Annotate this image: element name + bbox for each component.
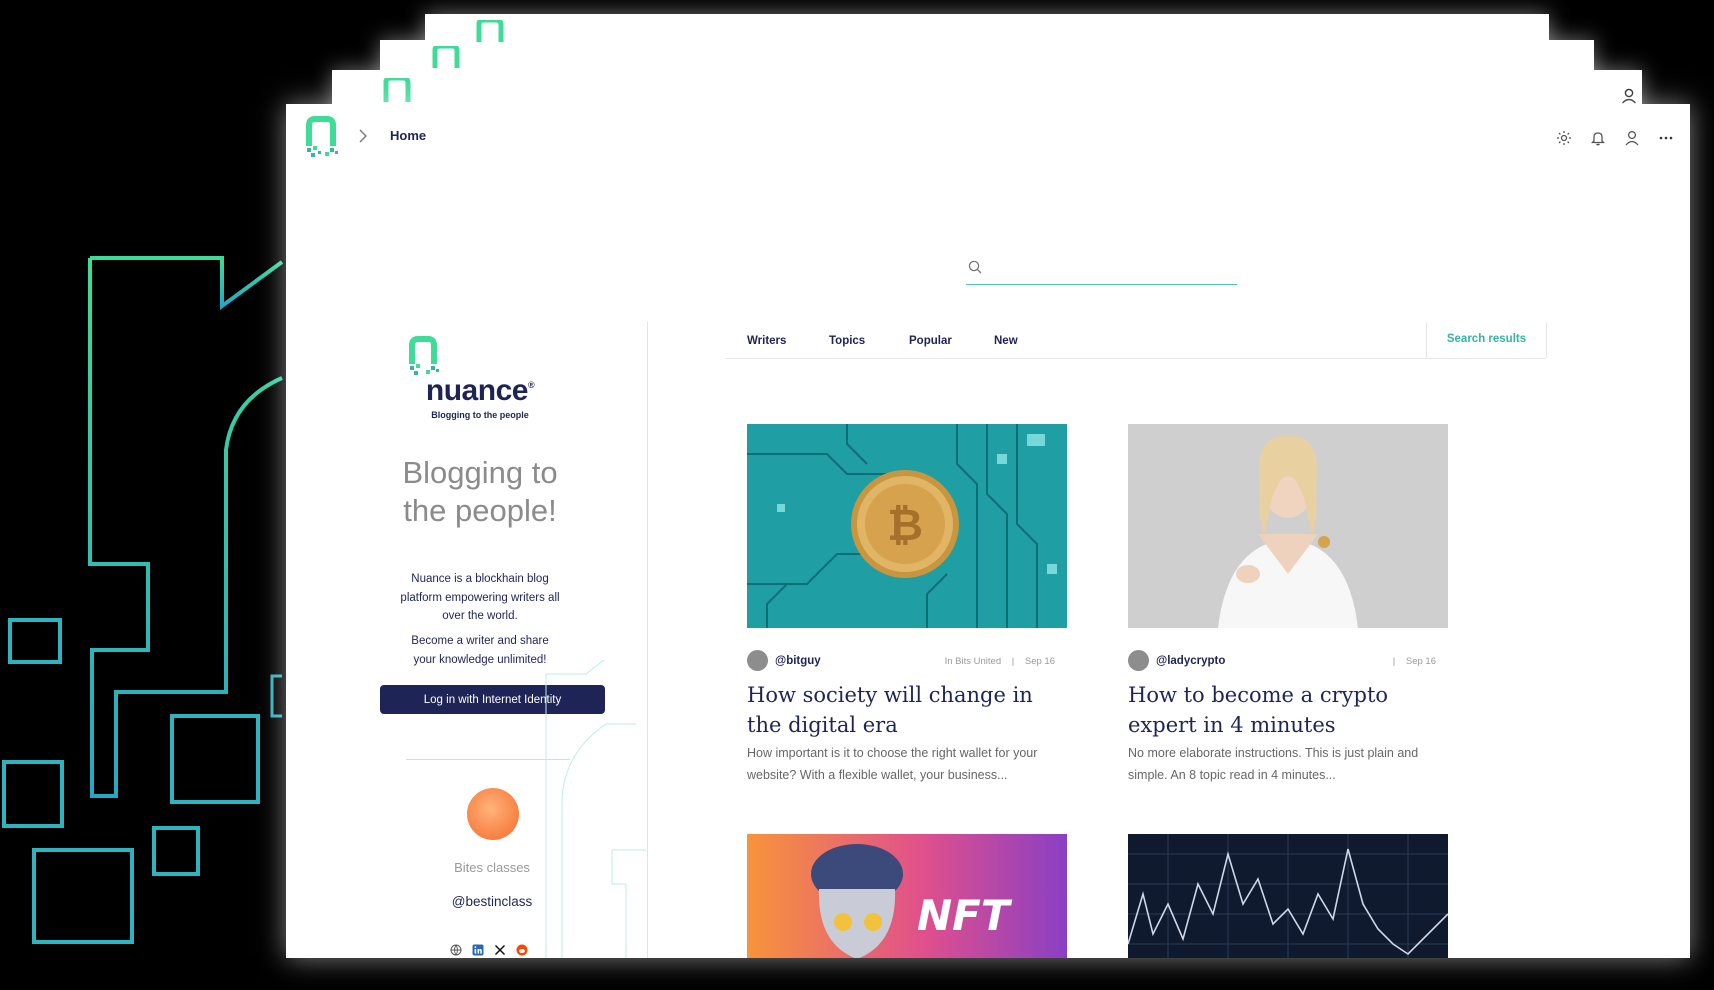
back-user-icon — [1621, 88, 1637, 104]
linkedin-icon[interactable] — [472, 943, 484, 956]
article-image[interactable]: NFT — [747, 834, 1067, 958]
main-window: Home nuance® Blogging to the people Blog… — [286, 104, 1690, 958]
top-bar: Home — [286, 104, 1690, 166]
search-bar — [966, 254, 1237, 285]
article-image[interactable]: ₿ — [747, 424, 1067, 628]
user-icon[interactable] — [1624, 130, 1640, 146]
breadcrumb-title: Home — [390, 128, 427, 143]
meta-separator: | — [1011, 656, 1015, 667]
meta-separator: | — [1392, 656, 1396, 667]
author-avatar[interactable] — [1128, 650, 1149, 671]
article-meta: @bitguy In Bits United | Sep 16 — [747, 650, 1067, 672]
author-avatar[interactable] — [747, 650, 768, 671]
sidebar-logo-wordmark: nuance® — [425, 374, 535, 407]
tab-search-results[interactable]: Search results — [1426, 322, 1547, 358]
author-handle[interactable]: @ladycrypto — [1156, 655, 1225, 667]
bell-icon[interactable] — [1590, 130, 1606, 146]
tab-topics[interactable]: Topics — [829, 335, 865, 347]
article-excerpt: No more elaborate instructions. This is … — [1128, 746, 1419, 782]
author-handle[interactable]: @bitguy — [775, 655, 821, 667]
search-input[interactable] — [992, 256, 1236, 282]
article-meta: @ladycrypto | Sep 16 — [1128, 650, 1448, 672]
sidebar-headline: Blogging to the people! — [402, 455, 558, 528]
sidebar-divider — [647, 322, 648, 958]
publication-avatar[interactable] — [467, 788, 519, 840]
sidebar-logo-tagline: Blogging to the people — [431, 410, 529, 420]
article-excerpt: How important is it to choose the right … — [747, 746, 1038, 782]
article-image[interactable] — [1128, 424, 1448, 628]
article-date: Sep 16 — [1024, 656, 1055, 667]
background-decoration — [2, 256, 284, 944]
sidebar-circuit-decoration — [545, 659, 646, 958]
article-title[interactable]: How society will change in the digital e… — [747, 680, 1067, 740]
gear-icon[interactable] — [1556, 130, 1572, 146]
x-icon[interactable] — [494, 943, 506, 956]
article-meta-right: | Sep 16 — [1385, 656, 1436, 667]
globe-icon[interactable] — [450, 943, 462, 956]
back-logo-icon — [432, 46, 460, 68]
nuance-logo-icon[interactable] — [303, 116, 343, 158]
back-logo-icon — [383, 78, 411, 102]
article-publication[interactable]: In Bits United — [945, 656, 1002, 667]
search-icon — [968, 260, 982, 274]
more-icon[interactable] — [1658, 130, 1674, 146]
article-image[interactable] — [1128, 834, 1448, 958]
back-logo-icon — [476, 20, 504, 42]
chevron-right-icon — [359, 129, 367, 143]
tab-new[interactable]: New — [994, 335, 1018, 347]
content-tabs: Writers Topics Popular New Search result… — [726, 322, 1547, 359]
nuance-logo-icon — [409, 336, 439, 375]
article-title[interactable]: How to become a crypto expert in 4 minut… — [1128, 680, 1448, 740]
tab-popular[interactable]: Popular — [909, 335, 952, 347]
svg-text:₿: ₿ — [887, 500, 923, 551]
sidebar-description: Nuance is a blockhain blog platform empo… — [400, 573, 560, 622]
article-date: Sep 16 — [1405, 656, 1436, 667]
tab-writers[interactable]: Writers — [747, 335, 786, 347]
article-meta-right: In Bits United | Sep 16 — [945, 656, 1055, 667]
nft-image-text: NFT — [917, 891, 1013, 940]
